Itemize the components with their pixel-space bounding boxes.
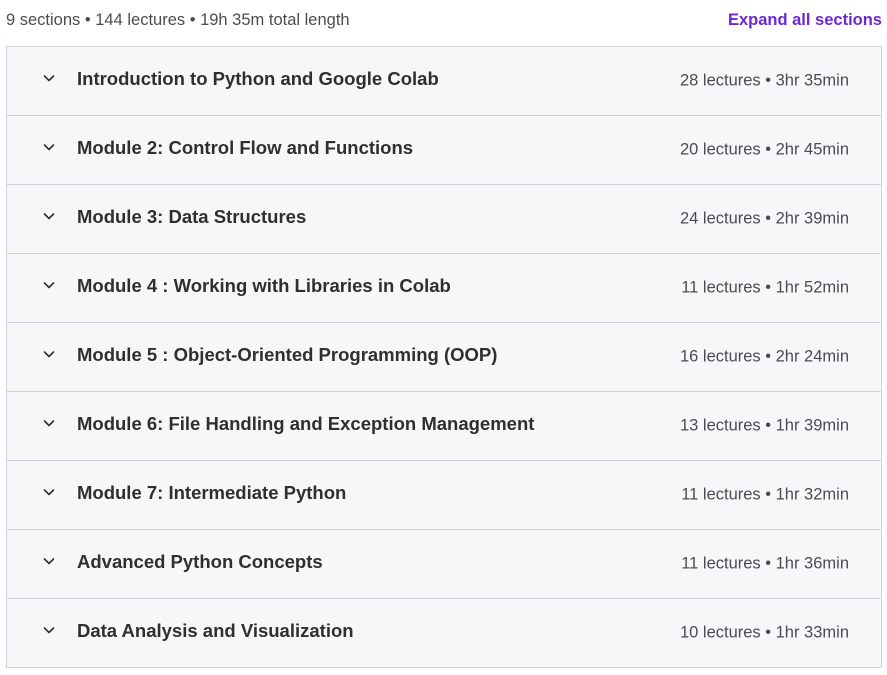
section-row[interactable]: Module 6: File Handling and Exception Ma… bbox=[7, 392, 881, 461]
chevron-down-icon bbox=[41, 553, 57, 569]
expand-all-sections-button[interactable]: Expand all sections bbox=[728, 11, 882, 30]
curriculum-header: 9 sections • 144 lectures • 19h 35m tota… bbox=[6, 0, 882, 40]
chevron-down-icon bbox=[41, 70, 57, 86]
section-meta: 10 lectures • 1hr 33min bbox=[679, 623, 849, 642]
chevron-down-icon bbox=[41, 346, 57, 362]
chevron-down-icon bbox=[41, 208, 57, 224]
section-row[interactable]: Module 3: Data Structures 24 lectures • … bbox=[7, 185, 881, 254]
section-meta: 11 lectures • 1hr 36min bbox=[681, 554, 849, 573]
chevron-down-icon bbox=[41, 484, 57, 500]
section-title: Module 6: File Handling and Exception Ma… bbox=[77, 413, 535, 435]
section-meta: 11 lectures • 1hr 52min bbox=[681, 278, 849, 297]
section-title: Data Analysis and Visualization bbox=[77, 620, 354, 642]
section-title: Module 4 : Working with Libraries in Col… bbox=[77, 275, 451, 297]
section-row[interactable]: Module 5 : Object-Oriented Programming (… bbox=[7, 323, 881, 392]
section-row[interactable]: Advanced Python Concepts 11 lectures • 1… bbox=[7, 530, 881, 599]
section-title: Introduction to Python and Google Colab bbox=[77, 68, 439, 90]
section-meta: 24 lectures • 2hr 39min bbox=[679, 209, 849, 228]
chevron-down-icon bbox=[41, 277, 57, 293]
section-title: Module 3: Data Structures bbox=[77, 206, 307, 228]
section-title: Module 2: Control Flow and Functions bbox=[77, 137, 414, 159]
section-row[interactable]: Introduction to Python and Google Colab … bbox=[7, 47, 881, 116]
section-row[interactable]: Module 4 : Working with Libraries in Col… bbox=[7, 254, 881, 323]
section-meta: 28 lectures • 3hr 35min bbox=[679, 71, 849, 90]
section-title: Module 5 : Object-Oriented Programming (… bbox=[77, 344, 498, 366]
section-row[interactable]: Data Analysis and Visualization 10 lectu… bbox=[7, 599, 881, 667]
chevron-down-icon bbox=[41, 622, 57, 638]
section-title: Module 7: Intermediate Python bbox=[77, 482, 347, 504]
section-list: Introduction to Python and Google Colab … bbox=[6, 46, 882, 668]
chevron-down-icon bbox=[41, 415, 57, 431]
section-row[interactable]: Module 2: Control Flow and Functions 20 … bbox=[7, 116, 881, 185]
section-meta: 11 lectures • 1hr 32min bbox=[681, 485, 849, 504]
section-meta: 20 lectures • 2hr 45min bbox=[679, 140, 849, 159]
section-row[interactable]: Module 7: Intermediate Python 11 lecture… bbox=[7, 461, 881, 530]
section-meta: 13 lectures • 1hr 39min bbox=[679, 416, 849, 435]
course-summary: 9 sections • 144 lectures • 19h 35m tota… bbox=[6, 10, 350, 29]
section-meta: 16 lectures • 2hr 24min bbox=[679, 347, 849, 366]
section-title: Advanced Python Concepts bbox=[77, 551, 323, 573]
chevron-down-icon bbox=[41, 139, 57, 155]
